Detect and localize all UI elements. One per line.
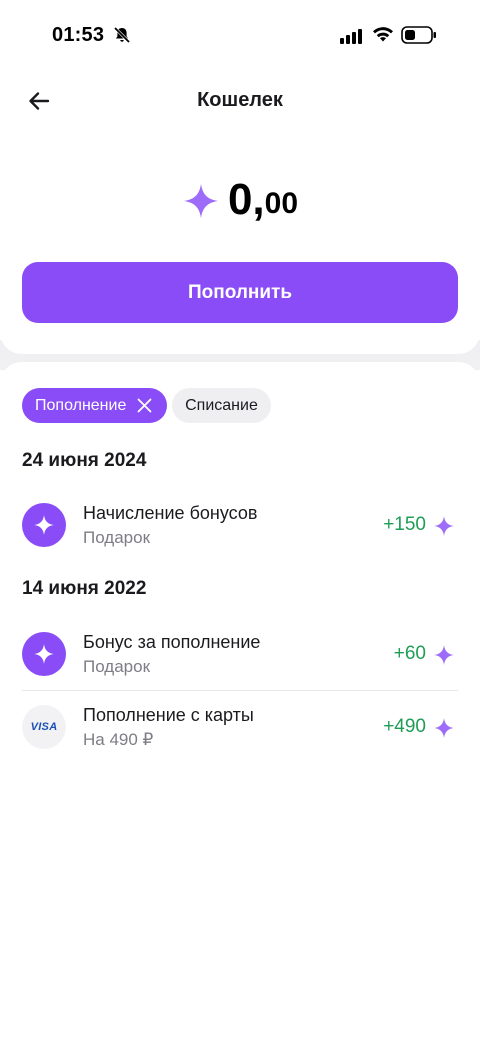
bell-muted-icon [113,26,131,44]
battery-icon [401,26,436,44]
page-title: Кошелек [197,89,283,111]
transaction-row[interactable]: Начисление бонусов Подарок +150 [0,492,480,562]
transaction-title: Начисление бонусов [83,503,258,523]
sparkle-icon [434,645,454,665]
date-header: 14 июня 2022 [22,578,147,599]
transaction-row[interactable]: Бонус за пополнение Подарок +60 [0,621,480,691]
list-divider [22,690,458,691]
filter-chip-topup[interactable]: Пополнение [22,388,167,423]
sparkle-icon [34,644,54,664]
balance-fraction: 00 [264,187,299,220]
wallet-header-card: 01:53 Кошелек 0, 00 Пополнить [0,0,480,354]
balance-integer: 0, [227,175,265,224]
sparkle-icon [34,515,54,535]
sparkle-icon [183,183,219,219]
sparkle-icon [434,516,454,536]
balance-display: 0, 00 [0,176,480,224]
filter-chip-writeoff[interactable]: Списание [172,388,271,423]
transaction-amount: +490 [383,716,426,737]
transaction-avatar [22,632,66,676]
wifi-icon [373,27,393,42]
transaction-amount: +150 [383,514,426,535]
date-header: 24 июня 2024 [22,450,147,471]
cellular-signal-icon [340,29,362,44]
transaction-amount: +60 [393,643,426,664]
sparkle-icon [434,718,454,738]
topup-button[interactable]: Пополнить [22,262,458,323]
transaction-subtitle: Подарок [83,528,151,547]
status-bar: 01:53 [0,0,480,70]
filter-chip-label: Списание [185,396,258,414]
status-time: 01:53 [52,24,105,46]
transaction-subtitle: Подарок [83,657,151,676]
transaction-title: Бонус за пополнение [83,632,261,652]
filter-chip-label: Пополнение [35,396,127,414]
visa-logo-text: VISA [30,721,58,733]
transaction-title: Пополнение с карты [83,705,254,725]
transaction-subtitle: На 490 ₽ [83,730,154,749]
close-icon[interactable] [136,397,153,414]
transaction-row[interactable]: VISA Пополнение с карты На 490 ₽ +490 [0,694,480,764]
transaction-avatar [22,503,66,547]
visa-icon: VISA [22,705,66,749]
